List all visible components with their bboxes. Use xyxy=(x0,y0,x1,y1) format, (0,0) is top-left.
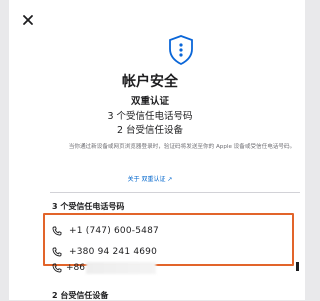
trusted-device-summary: 2 台受信任设备 xyxy=(116,125,184,136)
phone-number: +380 94 241 4690 xyxy=(69,247,158,257)
trusted-phone-summary: 3 个受信任电话号码 xyxy=(107,111,193,122)
close-icon[interactable] xyxy=(22,14,34,26)
shield-icon xyxy=(169,35,193,65)
phone-icon xyxy=(52,247,62,257)
redacted-number-mask xyxy=(86,262,156,274)
learn-more-link[interactable]: 关于 双重认证 ↗ xyxy=(0,174,300,183)
edge-marker xyxy=(296,262,299,271)
dialog-subtitle: 双重认证 xyxy=(130,96,169,107)
trusted-phones-header: 3 个受信任电话号码 xyxy=(52,202,125,211)
trusted-devices-header: 2 台受信任设备 xyxy=(52,291,109,300)
trusted-phone-row[interactable]: +1 (747) 600-5487 xyxy=(52,224,298,238)
phone-number: +1 (747) 600-5487 xyxy=(69,226,159,236)
phone-icon xyxy=(52,263,62,273)
two-factor-description: 当你通过新设备或网页浏览器登录时，验证码将发送至你的 Apple 设备或受信任电… xyxy=(68,144,296,150)
trusted-phone-row[interactable]: +380 94 241 4690 xyxy=(52,245,298,259)
dialog-title: 帐户安全 xyxy=(122,74,178,90)
section-divider xyxy=(50,192,300,193)
phone-icon xyxy=(52,226,62,236)
